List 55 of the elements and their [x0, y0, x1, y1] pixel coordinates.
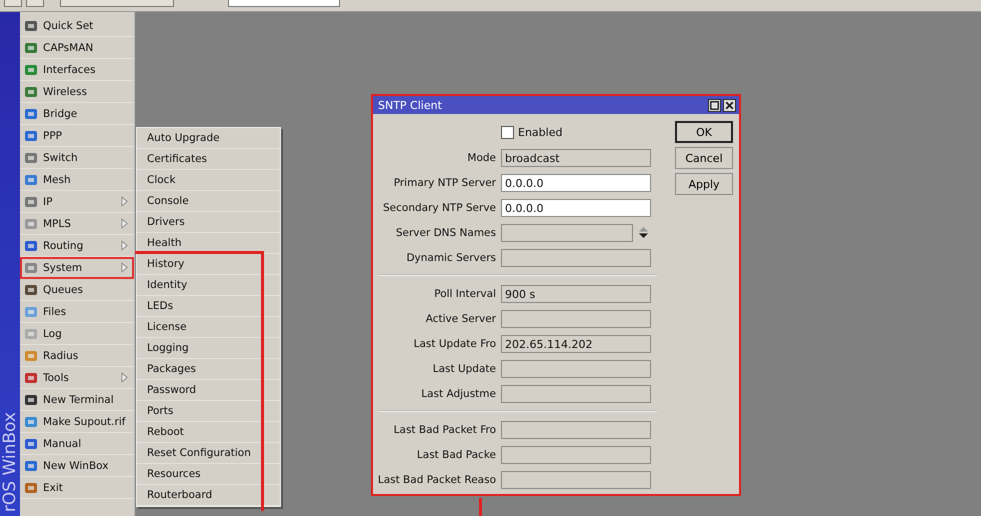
- window-title: SNTP Client: [377, 98, 443, 112]
- sidebar-item[interactable]: Queues: [20, 279, 134, 301]
- field-label: Server DNS Names: [394, 226, 497, 238]
- field-label: Last Update: [432, 362, 497, 374]
- sidebar-item[interactable]: Files: [20, 301, 134, 323]
- input-field: broadcast: [501, 148, 651, 166]
- sidebar-item[interactable]: Manual: [20, 433, 134, 455]
- submenu-item[interactable]: Certificates: [137, 149, 280, 170]
- sidebar-item[interactable]: Wireless: [20, 81, 134, 103]
- field-label: Secondary NTP Serve: [382, 202, 497, 214]
- field-label: Poll Interval: [433, 288, 497, 300]
- input-field: 900 s: [501, 284, 651, 302]
- sidebar-item[interactable]: Exit: [20, 477, 134, 499]
- submenu-item[interactable]: Console: [137, 191, 280, 212]
- submenu-item[interactable]: Drivers: [137, 212, 280, 233]
- sidebar-item[interactable]: CAPsMAN: [20, 37, 134, 59]
- field-label: Last Bad Packet Reaso: [376, 474, 497, 486]
- sidebar-item[interactable]: Quick Set: [20, 15, 134, 37]
- sidebar-item[interactable]: PPP: [20, 125, 134, 147]
- field-label: Last Update Fro: [412, 338, 497, 350]
- field-label: Last Bad Packe: [416, 448, 497, 460]
- input-field[interactable]: 0.0.0.0: [501, 174, 651, 192]
- sidebar-item[interactable]: Bridge: [20, 103, 134, 125]
- maximize-icon[interactable]: [708, 98, 721, 112]
- brand-text: rOS WinBox: [0, 412, 20, 512]
- sidebar-item[interactable]: MPLS: [20, 213, 134, 235]
- submenu-item[interactable]: Clock: [137, 170, 280, 191]
- sidebar-item[interactable]: IP: [20, 191, 134, 213]
- input-field: 202.65.114.202: [501, 334, 651, 352]
- input-field[interactable]: 0.0.0.0: [501, 198, 651, 216]
- close-icon[interactable]: [723, 98, 736, 112]
- sidebar-item[interactable]: Make Supout.rif: [20, 411, 134, 433]
- field-label: Dynamic Servers: [405, 252, 497, 264]
- sidebar-item[interactable]: Radius: [20, 345, 134, 367]
- sidebar-item[interactable]: New Terminal: [20, 389, 134, 411]
- dialog-button[interactable]: Cancel: [675, 147, 733, 169]
- submenu-item[interactable]: Auto Upgrade: [137, 128, 280, 149]
- field-label: Last Adjustme: [420, 388, 497, 400]
- sidebar-item[interactable]: Routing: [20, 235, 134, 257]
- sidebar-item[interactable]: Interfaces: [20, 59, 134, 81]
- sidebar-item[interactable]: New WinBox: [20, 455, 134, 477]
- sidebar-item[interactable]: Switch: [20, 147, 134, 169]
- field-label: Last Bad Packet Fro: [392, 424, 497, 436]
- checkbox-label: Enabled: [518, 126, 562, 139]
- sidebar-item[interactable]: System: [20, 257, 134, 279]
- field-label: Primary NTP Server: [392, 176, 497, 188]
- dialog-button[interactable]: Apply: [675, 173, 733, 195]
- field-label: Active Server: [424, 312, 497, 324]
- spinner-icon[interactable]: [638, 226, 649, 239]
- dialog-button[interactable]: OK: [675, 121, 733, 143]
- sidebar-item[interactable]: Log: [20, 323, 134, 345]
- field-label: Mode: [466, 152, 497, 164]
- sidebar-item[interactable]: Tools: [20, 367, 134, 389]
- enabled-checkbox[interactable]: [501, 126, 514, 139]
- sidebar-item[interactable]: Mesh: [20, 169, 134, 191]
